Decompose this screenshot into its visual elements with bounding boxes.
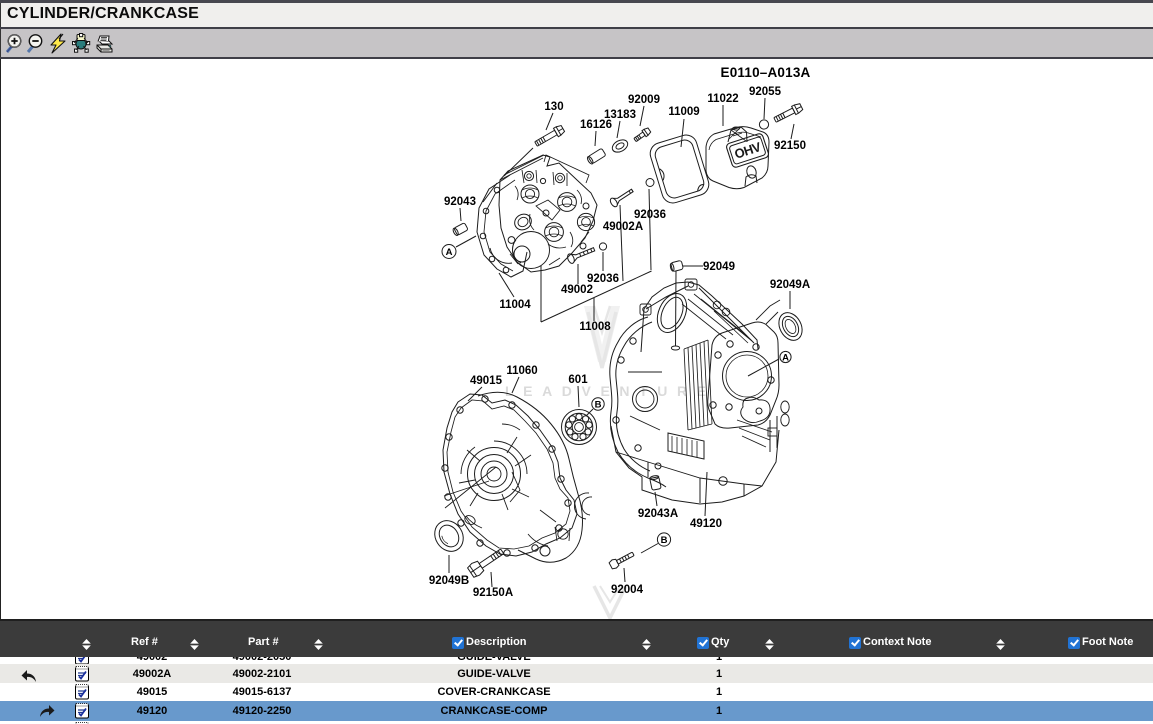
svg-text:92004: 92004 — [611, 584, 644, 596]
svg-text:11009: 11009 — [668, 106, 699, 118]
svg-text:92150: 92150 — [774, 140, 806, 152]
svg-text:601: 601 — [568, 374, 588, 386]
svg-text:E0110–A013A: E0110–A013A — [720, 65, 810, 80]
svg-text:92043: 92043 — [444, 196, 476, 208]
svg-text:92049: 92049 — [703, 261, 735, 273]
svg-text:92043A: 92043A — [638, 508, 678, 520]
svg-text:49120: 49120 — [690, 518, 722, 530]
svg-text:92049A: 92049A — [770, 279, 810, 291]
svg-text:49002A: 49002A — [603, 221, 643, 233]
svg-text:11022: 11022 — [707, 93, 738, 105]
svg-text:92049B: 92049B — [429, 575, 469, 587]
svg-text:92009: 92009 — [628, 94, 660, 106]
svg-text:B: B — [661, 535, 668, 546]
svg-text:B: B — [595, 400, 602, 411]
svg-text:92055: 92055 — [749, 86, 782, 98]
svg-text:A: A — [782, 353, 789, 364]
svg-text:49002: 49002 — [561, 284, 593, 296]
svg-text:11060: 11060 — [506, 365, 537, 377]
svg-text:11008: 11008 — [579, 321, 611, 333]
svg-text:130: 130 — [544, 101, 563, 113]
svg-text:13183: 13183 — [604, 109, 636, 121]
svg-text:OHV: OHV — [732, 139, 763, 162]
svg-text:11004: 11004 — [499, 299, 531, 311]
svg-text:A: A — [446, 247, 453, 258]
svg-text:92036: 92036 — [634, 209, 666, 221]
svg-text:49015: 49015 — [470, 375, 503, 387]
svg-text:92150A: 92150A — [473, 587, 513, 599]
